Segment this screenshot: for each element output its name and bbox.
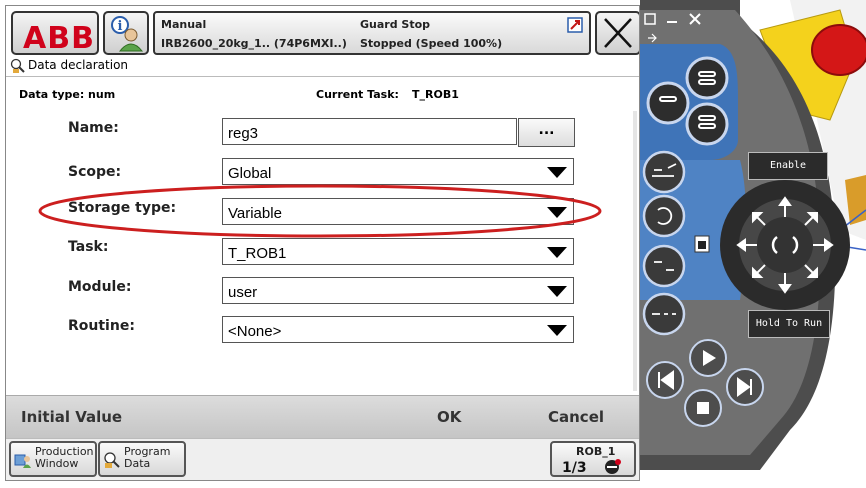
- taskbar: Production Window Program Data ROB_1 1/3: [6, 438, 639, 480]
- module-label: Module:: [68, 279, 132, 295]
- task-value: T_ROB1: [228, 245, 287, 262]
- guard-status: Guard Stop: [360, 18, 431, 31]
- current-task-label: Current Task:: [316, 88, 399, 101]
- enable-button[interactable]: Enable: [748, 152, 828, 180]
- data-declaration-icon: [10, 58, 25, 73]
- abb-menu-button[interactable]: ABB: [11, 11, 99, 56]
- program-data-label: Program Data: [124, 445, 171, 470]
- module-dropdown[interactable]: user: [222, 277, 574, 304]
- abb-logo: ABB: [23, 21, 95, 56]
- quickset-rob1-button[interactable]: ROB_1 1/3: [550, 441, 636, 477]
- pendant-hardware-panel: Enable Hold To Run: [640, 0, 866, 488]
- program-data-icon: [104, 452, 120, 468]
- routine-dropdown[interactable]: <None>: [222, 316, 574, 343]
- user-info-icon: i: [111, 16, 144, 52]
- production-window-tab[interactable]: Production Window: [9, 441, 97, 477]
- operator-info-button[interactable]: i: [103, 11, 149, 55]
- task-label: Task:: [68, 239, 109, 255]
- chevron-down-icon: [547, 247, 567, 258]
- enable-label: Enable: [769, 160, 807, 171]
- cancel-button[interactable]: Cancel: [548, 408, 604, 426]
- current-task-value: T_ROB1: [412, 88, 459, 101]
- status-bar[interactable]: Manual IRB2600_20kg_1.. (74P6MXI..) Guar…: [153, 11, 591, 55]
- hold-to-run-button[interactable]: Hold To Run: [748, 310, 830, 338]
- controller-state: Stopped (Speed 100%): [360, 37, 503, 50]
- scope-value: Global: [228, 165, 272, 182]
- ok-button[interactable]: OK: [437, 408, 461, 426]
- command-bar: Initial Value OK Cancel: [6, 395, 639, 438]
- quickset-icon: 1/3: [562, 459, 621, 475]
- name-keyboard-button[interactable]: ...: [518, 118, 575, 147]
- task-dropdown[interactable]: T_ROB1: [222, 238, 574, 265]
- module-value: user: [228, 284, 258, 301]
- robot-system-name: IRB2600_20kg_1.. (74P6MXI..): [161, 37, 347, 50]
- name-input[interactable]: reg3: [222, 118, 517, 145]
- window-title-row: Data declaration: [6, 56, 639, 77]
- scope-label: Scope:: [68, 164, 122, 180]
- svg-text:i: i: [118, 19, 123, 34]
- svg-text:1/3: 1/3: [562, 460, 587, 475]
- joystick-direction-arrows[interactable]: [735, 195, 835, 295]
- chevron-down-icon: [547, 167, 567, 178]
- flexpendant-screen: ABB i Manual IRB2600_20kg_1.. (74P6MXI..…: [5, 5, 640, 481]
- production-window-icon: [14, 454, 31, 468]
- initial-value-button[interactable]: Initial Value: [21, 408, 122, 426]
- window-title: Data declaration: [28, 58, 129, 72]
- name-label: Name:: [68, 120, 119, 136]
- hold-to-run-label: Hold To Run: [755, 318, 823, 329]
- routine-value: <None>: [228, 323, 282, 340]
- routine-label: Routine:: [68, 318, 135, 334]
- production-window-label: Production Window: [35, 445, 94, 470]
- vertical-scrollbar[interactable]: [633, 111, 637, 391]
- program-data-tab[interactable]: Program Data: [98, 441, 186, 477]
- close-button[interactable]: [595, 11, 639, 55]
- data-type-row: Data type: num Current Task: T_ROB1: [6, 84, 639, 104]
- data-type-text: Data type: num: [19, 88, 116, 101]
- chevron-down-icon: [547, 325, 567, 336]
- operating-mode: Manual: [161, 18, 207, 31]
- close-icon: [604, 18, 632, 48]
- name-value: reg3: [228, 125, 259, 142]
- scope-dropdown[interactable]: Global: [222, 158, 574, 185]
- highlight-ellipse: [38, 184, 602, 238]
- chevron-down-icon: [547, 286, 567, 297]
- event-log-icon: [567, 17, 583, 33]
